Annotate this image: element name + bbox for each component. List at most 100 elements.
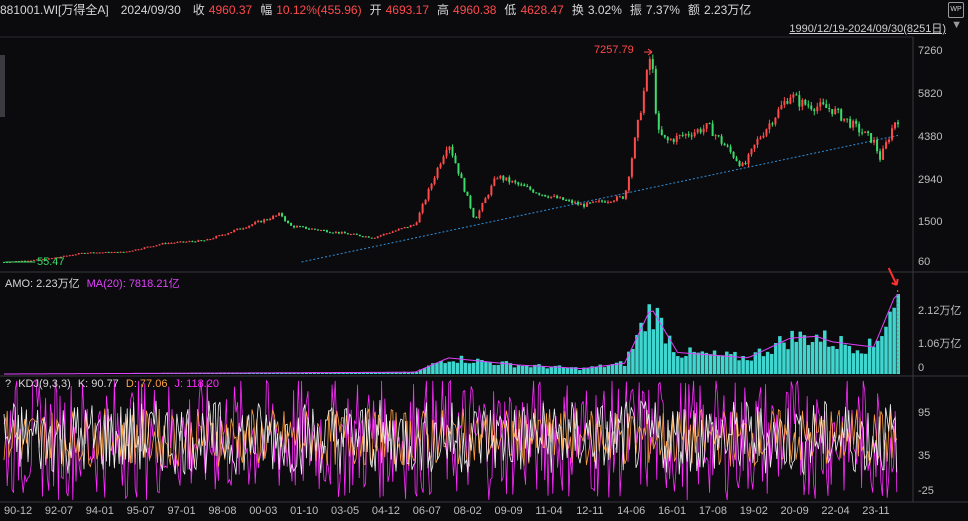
volume-bar	[741, 355, 745, 374]
price-candle-body	[774, 117, 777, 125]
price-candle-body	[212, 238, 215, 240]
price-candle-body	[361, 236, 364, 238]
volume-bar	[806, 345, 811, 374]
price-candle-body	[747, 154, 750, 165]
price-candle-body	[313, 228, 316, 230]
volume-bar	[867, 338, 872, 374]
price-candle-body	[331, 232, 334, 234]
price-candle-body	[532, 189, 535, 193]
price-candle-body	[603, 201, 606, 203]
price-candle-body	[188, 241, 191, 243]
volume-bar	[525, 365, 529, 374]
price-candle-body	[131, 250, 134, 252]
price-candle-body	[792, 94, 795, 98]
price-candle-body	[612, 200, 615, 202]
price-candle-body	[615, 196, 618, 201]
price-candle-body	[430, 183, 433, 189]
price-tick: 2940	[918, 174, 943, 186]
price-candle-body	[499, 175, 502, 179]
price-candle-body	[816, 106, 819, 112]
price-candle-body	[415, 222, 418, 225]
price-candle-body	[891, 128, 894, 140]
price-candle-body	[535, 192, 538, 194]
volume-bar	[463, 362, 468, 374]
x-tick: 09-09	[494, 505, 523, 517]
volume-bar	[467, 363, 472, 374]
price-candle-body	[254, 222, 257, 225]
price-candle-body	[427, 188, 430, 200]
x-tick: 11-04	[535, 505, 563, 517]
kdj-legend: ? KDJ(9,3,3) K: 90.77 D: 77.06 J: 118.20	[5, 378, 223, 390]
volume-bar	[884, 326, 888, 374]
volume-bar	[712, 350, 717, 374]
price-candle-body	[487, 194, 490, 199]
volume-bar	[831, 346, 835, 374]
volume-bar	[733, 351, 737, 374]
kdj-tick: -25	[918, 485, 934, 497]
price-candle-body	[74, 254, 77, 256]
price-candle-body	[403, 227, 406, 229]
price-candle-body	[828, 107, 831, 110]
price-candle-body	[618, 196, 621, 198]
price-candle-body	[849, 118, 852, 128]
volume-bar	[459, 355, 464, 374]
volume-bar	[516, 365, 521, 374]
price-candle-body	[520, 184, 523, 186]
price-candle-body	[224, 234, 227, 236]
price-candle-body	[642, 90, 645, 113]
volume-bar	[529, 367, 533, 374]
volume-bar	[725, 351, 729, 374]
volume-bar	[610, 364, 615, 374]
x-tick: 16-01	[657, 505, 687, 517]
price-candle-body	[502, 175, 505, 181]
volume-bar	[876, 340, 880, 374]
price-candle-body	[490, 185, 493, 195]
price-candle-body	[200, 240, 203, 242]
price-candle-body	[541, 194, 544, 196]
price-candle-body	[260, 220, 263, 223]
price-candle-body	[493, 178, 496, 186]
volume-bar	[843, 344, 847, 374]
x-tick: 20-09	[780, 505, 809, 517]
chart-canvas[interactable]	[0, 0, 968, 521]
price-candle-body	[606, 201, 609, 203]
price-candle-body	[322, 230, 325, 232]
price-candle-body	[894, 122, 897, 129]
price-candle-body	[825, 104, 828, 108]
price-candle-body	[858, 123, 861, 133]
volume-bar	[835, 348, 839, 374]
highlight-arrow	[887, 267, 899, 286]
volume-bar	[631, 348, 635, 374]
price-candle-body	[239, 228, 242, 230]
price-candle-body	[574, 202, 577, 204]
price-candle-body	[328, 232, 331, 234]
volume-bar	[455, 362, 460, 374]
volume-bar	[549, 366, 554, 374]
price-candle-body	[307, 228, 310, 230]
volume-bar	[790, 330, 794, 374]
j-value: J: 118.20	[174, 378, 219, 390]
price-candle-body	[681, 134, 684, 136]
volume-bar	[888, 311, 892, 374]
price-candle-body	[771, 123, 774, 125]
price-candle-body	[648, 59, 651, 70]
price-candle-body	[355, 233, 358, 235]
price-candle-body	[696, 129, 699, 133]
x-tick: 06-07	[412, 505, 441, 517]
price-tick: 1500	[918, 216, 943, 228]
volume-bar	[708, 354, 713, 374]
price-candle-body	[382, 233, 385, 236]
price-candle-body	[164, 243, 167, 245]
price-candle-body	[194, 241, 197, 243]
price-candle-body	[460, 173, 463, 179]
help-icon[interactable]: ?	[5, 378, 11, 390]
price-candle-body	[409, 225, 412, 228]
price-tick: 5820	[918, 88, 943, 100]
volume-bar	[896, 294, 900, 374]
price-candle-body	[182, 241, 185, 243]
price-candle-body	[508, 177, 511, 183]
price-candle-body	[867, 131, 870, 134]
price-candle-body	[242, 228, 245, 230]
price-candle-body	[669, 139, 672, 141]
volume-bar	[484, 361, 488, 374]
